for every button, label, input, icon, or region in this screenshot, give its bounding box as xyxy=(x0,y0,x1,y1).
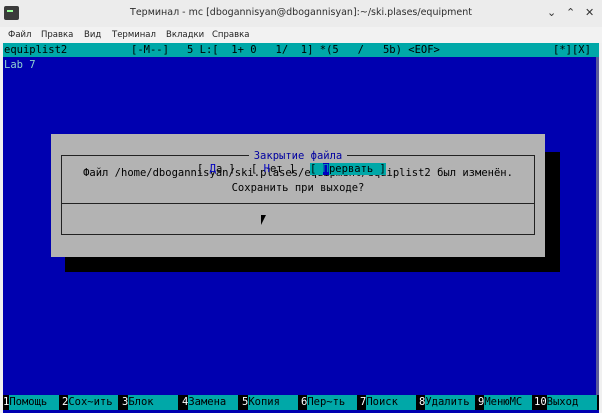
menu-tabs[interactable]: Вкладки xyxy=(166,30,204,40)
fkey-replace[interactable]: 4Замена xyxy=(182,395,240,410)
fkey-label: Помощь xyxy=(9,395,60,410)
fkey-block[interactable]: 3Блок xyxy=(122,395,180,410)
fkey-label: Сох~ить xyxy=(68,395,119,410)
minimize-icon[interactable]: ⌄ xyxy=(547,7,556,19)
cancel-button[interactable]: [ Прервать ] xyxy=(310,163,386,175)
terminal-area[interactable]: equiplist2 [-M--] 5 L:[ 1+ 0 1/ 1] *(5 /… xyxy=(3,43,599,413)
fkey-label: Удалить xyxy=(425,395,476,410)
no-button-open: [ xyxy=(251,163,264,175)
menu-view[interactable]: Вид xyxy=(84,30,101,40)
title-bar[interactable]: Терминал - mc [dbogannisyan@dbogannisyan… xyxy=(0,0,602,28)
terminal-window: Терминал - mc [dbogannisyan@dbogannisyan… xyxy=(0,0,602,413)
close-icon[interactable]: ✕ xyxy=(585,7,594,19)
mouse-pointer-icon xyxy=(261,215,266,225)
dialog-separator xyxy=(62,203,534,204)
fkey-label: МенюMC xyxy=(484,395,533,410)
cancel-button-label: рервать ] xyxy=(328,163,386,175)
dialog-message: Файл /home/dbogannisyan/ski.plases/equip… xyxy=(83,167,513,179)
fkey-label: Замена xyxy=(188,395,239,410)
no-button[interactable]: [ Нет ] xyxy=(251,163,295,175)
editor-status-bar: equiplist2 [-M--] 5 L:[ 1+ 0 1/ 1] *(5 /… xyxy=(3,43,599,57)
yes-button[interactable]: [ Да ] xyxy=(197,163,235,175)
menu-file[interactable]: Файл xyxy=(8,30,31,40)
fkey-number: 10 xyxy=(534,396,547,408)
editor-position: 5 L:[ 1+ 0 1/ 1] *(5 / 5b) <EOF> xyxy=(187,44,440,56)
scrollbar[interactable] xyxy=(596,57,599,397)
dialog-title: Закрытие файла xyxy=(248,150,348,162)
function-key-bar: 1Помощь 2Сох~ить 3Блок 4Замена 5Копия 6П… xyxy=(3,395,599,410)
fkey-label: Копия xyxy=(248,395,299,410)
menu-help[interactable]: Справка xyxy=(212,30,249,40)
fkey-help[interactable]: 1Помощь xyxy=(3,395,61,410)
dialog-title-wrap: Закрытие файла xyxy=(51,150,545,162)
close-file-dialog: Закрытие файла Файл /home/dbogannisyan/s… xyxy=(51,134,545,257)
yes-button-label: а ] xyxy=(215,163,235,175)
fkey-label: Выход xyxy=(546,395,597,410)
dialog-question: Сохранить при выходе? xyxy=(231,182,365,194)
window-title: Терминал - mc [dbogannisyan@dbogannisyan… xyxy=(130,7,472,18)
fkey-delete[interactable]: 8Удалить xyxy=(419,395,477,410)
editor-filename: equiplist2 xyxy=(4,44,68,56)
editor-flags: [*][X] xyxy=(553,44,591,56)
fkey-copy[interactable]: 5Копия xyxy=(242,395,300,410)
fkey-save[interactable]: 2Сох~ить xyxy=(62,395,120,410)
fkey-label: Пер~ть xyxy=(307,395,358,410)
menu-terminal[interactable]: Терминал xyxy=(112,30,156,40)
fkey-move[interactable]: 6Пер~ть xyxy=(301,395,359,410)
cancel-button-open: [ xyxy=(310,163,323,175)
fkey-exit[interactable]: 10Выход xyxy=(534,395,599,410)
menu-bar: Файл Правка Вид Терминал Вкладки Справка xyxy=(0,27,602,43)
fkey-label: Поиск xyxy=(366,395,417,410)
no-button-label: ет ] xyxy=(269,163,296,175)
editor-mode: [-M--] xyxy=(131,44,169,56)
maximize-icon[interactable]: ⌃ xyxy=(566,7,575,19)
yes-button-open: [ xyxy=(197,163,210,175)
fkey-search[interactable]: 7Поиск xyxy=(360,395,418,410)
fkey-label: Блок xyxy=(128,395,179,410)
fkey-menu[interactable]: 9МенюMC xyxy=(478,395,534,410)
editor-line: Lab 7 xyxy=(4,59,36,71)
menu-edit[interactable]: Правка xyxy=(41,30,73,40)
